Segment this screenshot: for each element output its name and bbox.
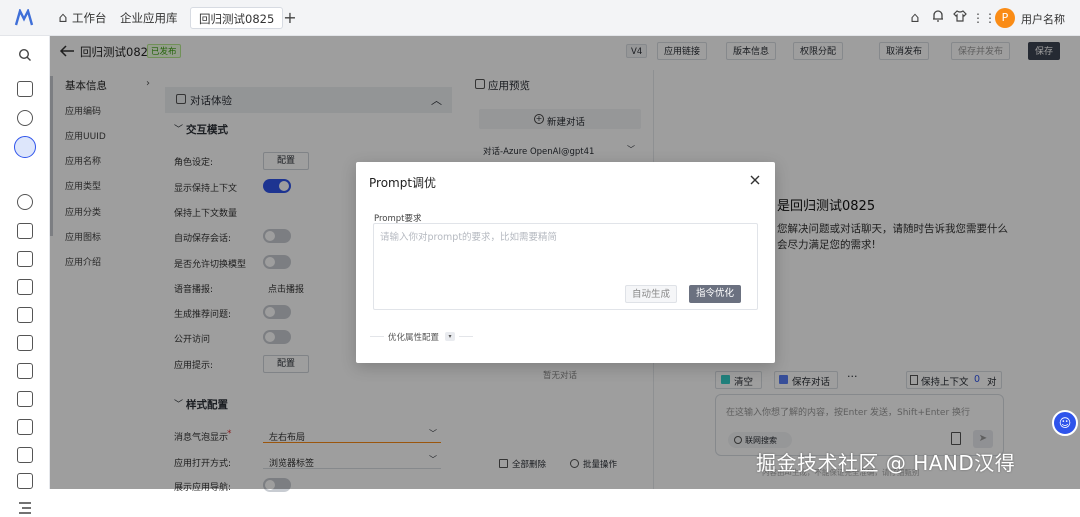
- shirt-icon[interactable]: [951, 9, 969, 27]
- top-bar: ⌂ 工作台 企业应用库 回归测试0825 + ⌂ ⋮⋮ P 用户名称: [0, 0, 1080, 36]
- auto-generate-button[interactable]: 自动生成: [625, 285, 677, 303]
- left-nav: [0, 36, 50, 514]
- nav-chat-icon[interactable]: [17, 419, 33, 435]
- watermark-text: 掘金技术社区 @ HAND汉得: [756, 451, 1016, 475]
- tab-current-app[interactable]: 回归测试0825: [190, 7, 284, 29]
- advanced-config-toggle[interactable]: 优化属性配置: [388, 331, 439, 343]
- advanced-divider-left: [370, 336, 384, 337]
- modal-title: Prompt调优: [369, 176, 437, 190]
- prompt-placeholder: 请输入你对prompt的要求，比如需要精简: [380, 232, 558, 243]
- nav-camera-icon[interactable]: [17, 363, 33, 379]
- nav-workflow-icon[interactable]: [17, 110, 33, 126]
- user-name[interactable]: 用户名称: [1021, 11, 1065, 27]
- app-logo-icon[interactable]: [14, 7, 34, 27]
- float-assistant-icon[interactable]: ☺: [1052, 410, 1078, 436]
- nav-stack-icon[interactable]: [17, 335, 33, 351]
- advanced-divider-right: [459, 336, 473, 337]
- optimize-button[interactable]: 指令优化: [689, 285, 741, 303]
- more-options-icon[interactable]: ⋮⋮: [972, 9, 996, 27]
- home-icon[interactable]: ⌂: [54, 9, 72, 27]
- nav-folder-icon[interactable]: [17, 279, 33, 295]
- menu-collapse-icon[interactable]: [18, 502, 32, 514]
- nav-dashboard-icon[interactable]: [17, 81, 33, 97]
- nav-knowledge-icon[interactable]: [17, 223, 33, 239]
- prompt-tuning-modal: Prompt调优 Prompt要求 请输入你对prompt的要求，比如需要精简 …: [356, 162, 775, 363]
- bell-icon[interactable]: [929, 9, 947, 27]
- nav-monitor-icon[interactable]: [17, 391, 33, 407]
- nav-model-icon[interactable]: [17, 194, 33, 210]
- tab-workbench[interactable]: 工作台: [72, 7, 107, 29]
- close-icon[interactable]: [748, 173, 762, 187]
- chevron-down-icon[interactable]: ▾: [445, 332, 455, 341]
- home-outline-icon[interactable]: ⌂: [906, 9, 924, 27]
- user-avatar[interactable]: P: [995, 8, 1015, 28]
- nav-keyboard-icon[interactable]: [17, 307, 33, 323]
- tab-enterprise-library[interactable]: 企业应用库: [120, 7, 178, 29]
- add-tab-icon[interactable]: +: [281, 9, 299, 27]
- nav-doc-icon[interactable]: [17, 447, 33, 463]
- nav-app-icon[interactable]: [14, 136, 36, 158]
- nav-image-icon[interactable]: [17, 473, 33, 489]
- search-icon[interactable]: [18, 48, 32, 62]
- nav-table-icon[interactable]: [17, 251, 33, 267]
